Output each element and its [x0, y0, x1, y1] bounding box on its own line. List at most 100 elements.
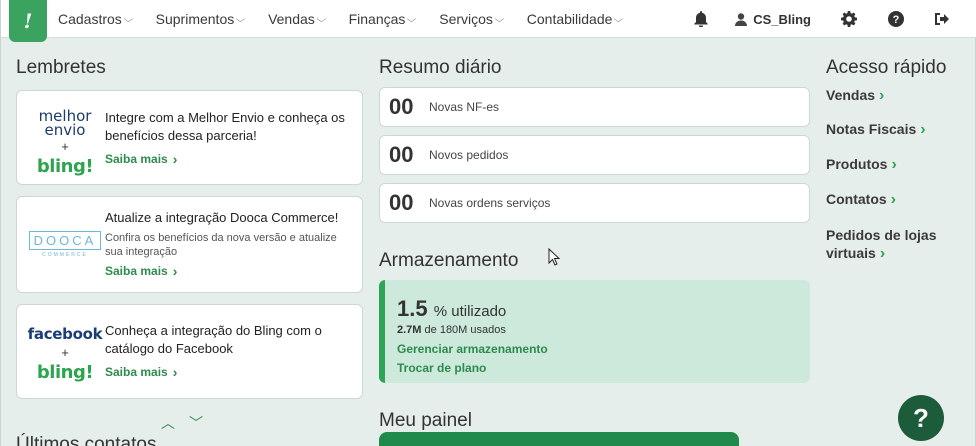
last-contacts-title: Últimos contatos [16, 434, 157, 446]
menu-contabilidade[interactable]: Contabilidade ⌵ [526, 11, 624, 27]
quick-link-contatos[interactable]: Contatos › [826, 190, 896, 209]
logout-icon[interactable] [932, 9, 952, 29]
plus-sign: + [61, 345, 69, 360]
menu-label: Contabilidade [526, 11, 613, 27]
summary-count: 00 [389, 94, 414, 119]
chevron-down-icon: ⌵ [235, 13, 246, 24]
link-label: Saiba mais [105, 264, 168, 278]
topbar-actions: CS_Bling ? [691, 0, 976, 38]
main-menu: Cadastros ⌵ Suprimentos ⌵ Vendas ⌵ Finanças… [58, 0, 646, 38]
summary-label: Novas ordens serviços [429, 196, 551, 210]
reminder-headline: Conheça a integração do Bling com o catá… [105, 323, 322, 356]
saiba-mais-link[interactable]: Saiba mais › [105, 151, 177, 167]
manage-storage-link[interactable]: Gerenciar armazenamento [397, 342, 810, 356]
notifications-bell-icon[interactable] [691, 9, 711, 29]
storage-card: 1.5 % utilizado 2.7M de 180M usados Gere… [379, 280, 810, 383]
reminder-text: Conheça a integração do Bling com o catá… [105, 322, 350, 381]
menu-label: Cadastros [58, 11, 122, 27]
bling-brand-logo: bling! [36, 362, 94, 383]
reminder-card-facebook: facebook + bling! Conheça a integração d… [16, 304, 363, 399]
chevron-up-icon[interactable]: ︿ [161, 413, 175, 433]
storage-title: Armazenamento [379, 250, 519, 271]
menu-suprimentos[interactable]: Suprimentos ⌵ [155, 11, 246, 27]
daily-summary-title: Resumo diário [379, 57, 502, 78]
summary-orders[interactable]: 00 Novos pedidos [379, 135, 810, 175]
quick-link-notas-fiscais[interactable]: Notas Fiscais › [826, 120, 926, 139]
chevron-down-icon: ⌵ [123, 13, 134, 24]
menu-label: Suprimentos [155, 11, 235, 27]
menu-financas[interactable]: Finanças ⌵ [348, 11, 417, 27]
top-navbar: ! Cadastros ⌵ Suprimentos ⌵ Vendas ⌵ Finanç… [1, 0, 976, 42]
summary-service-orders[interactable]: 00 Novas ordens serviços [379, 183, 810, 223]
reminder-card-dooca: DOOCA COMMERCE Atualize a integração Doo… [16, 196, 363, 293]
menu-label: Finanças [348, 11, 406, 27]
quick-link-vendas[interactable]: Vendas › [826, 86, 884, 105]
reminder-description: Confira os benefícios da nova versão e a… [105, 232, 337, 258]
chevron-down-icon: ⌵ [494, 13, 505, 24]
reminder-text: Atualize a integração Dooca Commerce! Co… [105, 209, 350, 280]
summary-count: 00 [389, 142, 414, 167]
link-label: Saiba mais [105, 152, 168, 166]
change-plan-link[interactable]: Trocar de plano [397, 361, 810, 375]
username: CS_Bling [753, 11, 811, 27]
link-label: Saiba mais [105, 365, 168, 379]
dooca-logo: DOOCA [28, 231, 102, 250]
quick-link-produtos[interactable]: Produtos › [826, 155, 897, 174]
quick-link-label: Vendas [826, 87, 876, 103]
logo-glyph: ! [23, 9, 33, 33]
summary-count: 00 [389, 190, 414, 215]
quick-link-label: Produtos [826, 156, 888, 172]
bling-brand-logo: bling! [36, 156, 94, 177]
help-glyph: ? [913, 402, 929, 433]
quick-link-label: Contatos [826, 191, 887, 207]
chevron-down-icon: ⌵ [614, 13, 624, 24]
user-menu[interactable]: CS_Bling [735, 12, 811, 27]
quick-link-pedidos-lojas[interactable]: Pedidos de lojas virtuais › [826, 226, 956, 263]
bling-logo[interactable]: ! [9, 0, 47, 42]
chevron-right-icon: › [891, 156, 897, 173]
mouse-cursor-icon [548, 248, 560, 266]
summary-nfe[interactable]: 00 Novas NF-es [379, 87, 810, 127]
help-chat-button[interactable]: ? [898, 395, 944, 441]
summary-label: Novos pedidos [429, 148, 509, 162]
chevron-right-icon: › [920, 121, 926, 138]
reminder-card-melhor-envio: melhor envio + bling! Integre com a Melh… [16, 90, 363, 185]
chevron-down-icon: ⌵ [407, 13, 417, 24]
storage-used-amount: 2.7M [397, 324, 422, 336]
chevron-right-icon: › [172, 263, 178, 279]
chevron-right-icon: › [172, 151, 178, 167]
menu-vendas[interactable]: Vendas ⌵ [268, 11, 326, 27]
storage-percent-value: 1.5 [397, 296, 428, 321]
panel-banner [379, 432, 739, 446]
storage-percent: 1.5 % utilizado [397, 296, 810, 322]
saiba-mais-link[interactable]: Saiba mais › [105, 364, 177, 380]
storage-total: de 180M usados [424, 324, 506, 336]
gear-icon[interactable] [839, 9, 859, 29]
svg-text:?: ? [893, 14, 900, 26]
dooca-subtitle: COMMERCE [42, 252, 88, 258]
chevron-down-icon[interactable]: ﹀ [189, 413, 203, 433]
storage-usage: 2.7M de 180M usados [397, 324, 810, 336]
menu-label: Serviços [439, 11, 493, 27]
reminder-text: Integre com a Melhor Envio e conheça os … [105, 109, 350, 168]
facebook-logo: facebook [27, 325, 103, 343]
storage-percent-unit: % utilizado [433, 303, 507, 320]
chevron-right-icon: › [879, 87, 885, 104]
menu-servicos[interactable]: Serviços ⌵ [439, 11, 505, 27]
reminders-title: Lembretes [16, 57, 106, 78]
chevron-right-icon: › [879, 245, 886, 262]
plus-sign: + [61, 139, 69, 154]
reminder-headline: Atualize a integração Dooca Commerce! [105, 210, 339, 225]
dooca-commerce-logo: DOOCA COMMERCE [25, 231, 105, 258]
chevron-right-icon: › [172, 364, 178, 380]
menu-cadastros[interactable]: Cadastros ⌵ [58, 11, 134, 27]
quick-access-title: Acesso rápido [826, 57, 947, 78]
quick-link-label: Notas Fiscais [826, 121, 917, 137]
menu-label: Vendas [268, 11, 315, 27]
reminders-pager: ︿ ﹀ [161, 413, 203, 433]
facebook-bling-logo: facebook + bling! [25, 325, 105, 383]
my-panel-title: Meu painel [379, 410, 472, 431]
saiba-mais-link[interactable]: Saiba mais › [105, 263, 177, 279]
chevron-right-icon: › [890, 191, 896, 208]
help-circle-icon[interactable]: ? [886, 9, 906, 29]
